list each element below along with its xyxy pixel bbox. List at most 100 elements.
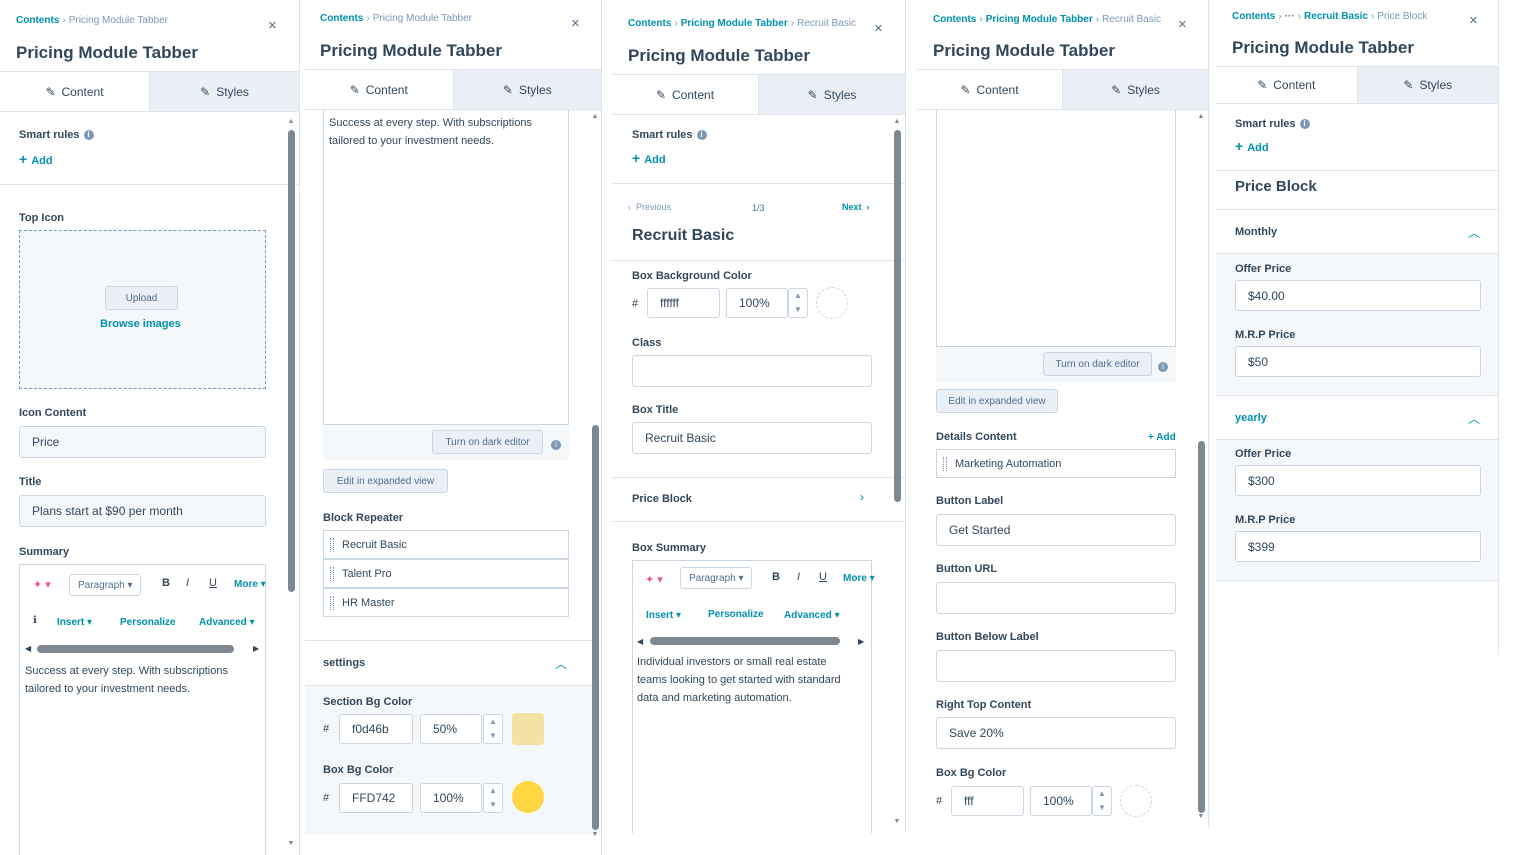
dark-editor-button[interactable]: Turn on dark editor [432,430,543,454]
sparkle-ai-icon[interactable]: ✦ ▾ [645,573,663,586]
scroll-up-icon[interactable]: ▲ [591,113,599,120]
advanced-dropdown[interactable]: Advanced ▾ [784,610,840,621]
previous-button[interactable]: ‹ Previous [628,202,671,212]
box-bg-color-swatch[interactable] [512,781,544,813]
scroll-down-icon[interactable]: ▼ [287,840,295,847]
advanced-dropdown[interactable]: Advanced ▾ [199,617,255,628]
chevron-up-icon[interactable]: ︿ [555,655,567,672]
bold-button[interactable]: B [162,577,170,589]
box-bg-opacity-input[interactable]: 100% [420,783,482,813]
box-bg-hex-input[interactable]: FFD742 [339,783,413,813]
section-bg-color-swatch[interactable] [512,713,544,745]
edit-expanded-button[interactable]: Edit in expanded view [936,389,1058,413]
chevron-up-icon[interactable]: ▲ [1093,789,1111,798]
summary-text[interactable]: Success at every step. With subscription… [25,662,260,698]
chevron-up-icon[interactable]: ▲ [789,291,807,300]
monthly-group-header[interactable]: Monthly [1235,226,1277,238]
horizontal-scrollbar[interactable] [650,637,840,645]
tab-styles[interactable]: ✎ Styles [759,75,905,114]
scroll-left-icon[interactable]: ◀ [637,637,643,646]
box-bg-hex-input[interactable]: fff [951,786,1024,816]
scrollbar-thumb[interactable] [592,425,599,830]
box-title-input[interactable]: Recruit Basic [632,422,872,454]
repeater-item-talent-pro[interactable]: Talent Pro [323,559,569,588]
add-smart-rule-button[interactable]: + Add [1235,138,1269,154]
italic-button[interactable]: I [186,577,189,589]
tab-content[interactable]: ✎ Content [1216,67,1358,103]
section-bg-opacity-input[interactable]: 50% [420,714,482,744]
breadcrumb-contents[interactable]: Contents [320,13,363,24]
clear-format-icon[interactable]: ℹ [33,615,37,626]
scrollbar-thumb[interactable] [894,130,901,502]
breadcrumb-recruit-basic[interactable]: Recruit Basic [1304,11,1368,22]
box-bg-opacity-stepper[interactable]: ▲ ▼ [788,288,808,318]
breadcrumb-contents[interactable]: Contents [628,18,671,29]
yearly-group-header[interactable]: yearly [1235,412,1267,424]
breadcrumb-ellipsis[interactable]: ··· [1285,11,1295,22]
box-bg-opacity-stepper[interactable]: ▲ ▼ [1092,786,1112,816]
chevron-up-icon[interactable]: ︿ [1468,410,1480,427]
scroll-up-icon[interactable]: ▲ [1197,113,1205,120]
button-url-input[interactable] [936,582,1176,614]
underline-button[interactable]: U [209,577,217,589]
box-bg-hex-input[interactable]: ffffff [647,288,720,318]
chevron-right-icon[interactable]: › [860,490,864,504]
yearly-mrp-price-input[interactable]: $399 [1235,531,1481,562]
underline-button[interactable]: U [819,571,827,583]
box-bg-opacity-input[interactable]: 100% [726,288,788,318]
class-input[interactable] [632,355,872,387]
upload-button[interactable]: Upload [105,286,178,310]
box-bg-color-swatch[interactable] [1120,785,1152,817]
close-icon[interactable]: × [571,15,580,32]
chevron-up-icon[interactable]: ▲ [484,717,502,726]
box-bg-color-swatch[interactable] [816,287,848,319]
repeater-item-hr-master[interactable]: HR Master [323,588,569,617]
more-dropdown[interactable]: More ▾ [843,573,875,584]
section-bg-hex-input[interactable]: f0d46b [339,714,413,744]
personalize-button[interactable]: Personalize [708,609,764,620]
box-bg-opacity-input[interactable]: 100% [1030,786,1092,816]
horizontal-scrollbar[interactable] [37,645,234,653]
vertical-scrollbar[interactable]: ▲ ▼ [591,113,599,843]
more-dropdown[interactable]: More ▾ [234,579,266,590]
tab-content[interactable]: ✎ Content [612,75,759,114]
paragraph-dropdown[interactable]: Paragraph ▾ [69,574,141,596]
monthly-offer-price-input[interactable]: $40.00 [1235,280,1481,311]
breadcrumb-contents[interactable]: Contents [1232,11,1275,22]
add-smart-rule-button[interactable]: + Add [19,151,53,167]
section-bg-opacity-stepper[interactable]: ▲ ▼ [483,714,503,744]
breadcrumb-module[interactable]: Pricing Module Tabber [681,18,788,29]
tab-styles[interactable]: ✎ Styles [1063,70,1208,109]
personalize-button[interactable]: Personalize [120,617,176,628]
breadcrumb-contents[interactable]: Contents [16,15,59,26]
box-bg-opacity-stepper[interactable]: ▲ ▼ [483,783,503,813]
info-icon[interactable]: i [1158,358,1168,376]
breadcrumb-contents[interactable]: Contents [933,14,976,25]
insert-dropdown[interactable]: Insert ▾ [57,617,92,628]
chevron-up-icon[interactable]: ▲ [484,786,502,795]
close-icon[interactable]: × [268,17,277,34]
chevron-down-icon[interactable]: ▼ [484,731,502,740]
button-below-label-input[interactable] [936,650,1176,682]
add-details-button[interactable]: + Add [1148,432,1176,443]
bold-button[interactable]: B [772,571,780,583]
vertical-scrollbar[interactable]: ▲ ▼ [287,118,295,853]
scrollbar-thumb[interactable] [288,130,295,592]
tab-content[interactable]: ✎ Content [917,70,1063,109]
vertical-scrollbar[interactable]: ▲ ▼ [893,118,901,830]
info-icon[interactable]: i [551,436,561,454]
close-icon[interactable]: × [1469,12,1478,29]
browse-images-link[interactable]: Browse images [100,318,181,330]
vertical-scrollbar[interactable]: ▲ ▼ [1197,113,1205,825]
close-icon[interactable]: × [874,20,883,37]
summary-text[interactable]: Success at every step. With subscription… [329,114,564,150]
tab-content[interactable]: ✎ Content [305,70,454,109]
tab-content[interactable]: ✎ Content [0,72,150,111]
scroll-right-icon[interactable]: ▶ [858,637,864,646]
scroll-up-icon[interactable]: ▲ [893,118,901,125]
scroll-down-icon[interactable]: ▼ [1197,813,1205,820]
insert-dropdown[interactable]: Insert ▾ [646,610,681,621]
right-top-content-input[interactable]: Save 20% [936,717,1176,749]
chevron-down-icon[interactable]: ▼ [484,800,502,809]
add-smart-rule-button[interactable]: + Add [632,150,666,166]
